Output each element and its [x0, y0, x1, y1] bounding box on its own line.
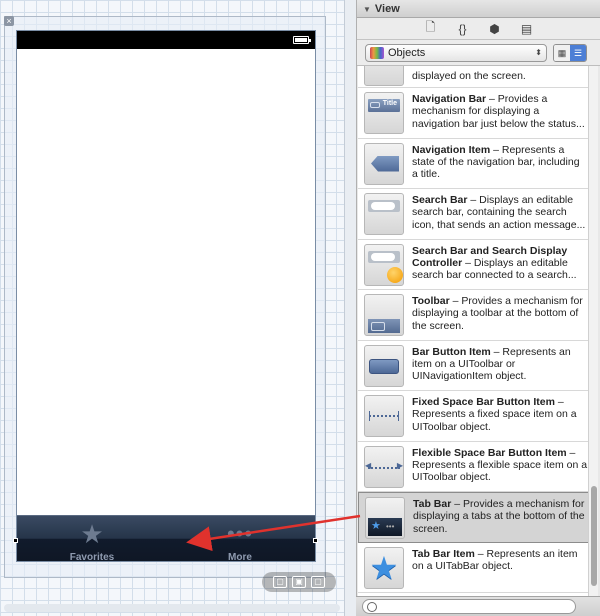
library-popup-value: Objects — [388, 46, 426, 59]
close-scene-icon[interactable]: × — [4, 16, 14, 26]
fixed-space-icon — [369, 411, 399, 421]
scroll-knob[interactable] — [591, 486, 597, 586]
tab-bar-icon: ★ ••• — [368, 518, 402, 536]
item-name: Tab Bar Item — [412, 547, 475, 560]
splitter[interactable] — [344, 0, 356, 616]
toolbar-icon — [368, 319, 400, 333]
list-item[interactable]: Title Navigation Bar – Provides a mechan… — [358, 88, 590, 139]
tab-more[interactable]: ••• More — [185, 520, 295, 563]
navigation-bar-thumbnail: Title — [364, 92, 404, 134]
list-item[interactable]: Bar Button Item – Represents an item on … — [358, 340, 590, 391]
list-item[interactable]: Search Bar – Displays an editable search… — [358, 189, 590, 240]
list-item[interactable]: Flexible Space Bar Button Item – Represe… — [358, 441, 590, 492]
selector-row: Objects ⬍ ▦ ☰ — [357, 40, 600, 66]
item-name: Navigation Item — [412, 143, 491, 156]
file-template-icon[interactable]: 🗋 — [423, 18, 439, 39]
zoom-out-button[interactable]: ▢ — [273, 576, 287, 588]
view-mode-toggle[interactable]: ▦ ☰ — [553, 43, 587, 62]
object-library-list[interactable]: displayed on the screen. Title Navigatio… — [358, 66, 590, 596]
item-name: Toolbar — [412, 295, 450, 307]
star-icon: ★ — [369, 549, 399, 586]
storyboard-canvas[interactable]: × ★ Favorites ••• More ▢ ▣ ▢ — [0, 0, 344, 616]
objects-library-icon — [370, 46, 384, 59]
tab-bar-thumbnail: ★ ••• — [365, 497, 405, 539]
horizontal-scrollbar[interactable] — [4, 604, 340, 612]
search-bar-icon — [368, 200, 400, 212]
panel-title: View — [374, 3, 400, 15]
item-name: Fixed Space Bar Button Item — [412, 396, 555, 408]
object-cube-icon[interactable]: ⬢ — [487, 22, 503, 36]
tab-bar[interactable]: ★ Favorites ••• More — [17, 515, 315, 563]
disclosure-triangle-icon[interactable]: ▼ — [363, 1, 371, 19]
navigation-bar-icon: Title — [368, 99, 400, 112]
fixed-space-thumbnail — [364, 395, 404, 437]
resize-handle[interactable] — [13, 538, 18, 543]
status-bar — [17, 31, 315, 49]
content-view[interactable] — [17, 49, 315, 515]
zoom-in-button[interactable]: ▢ — [311, 576, 325, 588]
list-item[interactable]: ★ Tab Bar Item – Represents an item on a… — [358, 542, 590, 593]
media-icon[interactable]: ▤ — [519, 22, 535, 36]
library-tabs: 🗋 {} ⬢ ▤ — [357, 18, 600, 40]
list-item[interactable]: Toolbar – Provides a mechanism for displ… — [358, 290, 590, 341]
vertical-scrollbar[interactable] — [588, 66, 598, 596]
tab-label: More — [228, 552, 252, 563]
item-description: displayed on the screen. — [412, 70, 526, 82]
search-bar-thumbnail — [364, 193, 404, 235]
flexible-space-thumbnail — [364, 445, 404, 488]
thumb-title-text: Title — [382, 100, 397, 107]
zoom-controls[interactable]: ▢ ▣ ▢ — [262, 572, 336, 592]
view-controller-scene[interactable]: ★ Favorites ••• More — [16, 30, 316, 563]
search-controller-icon — [387, 266, 403, 283]
bar-button-thumbnail — [364, 344, 404, 387]
item-name: Search Bar — [412, 194, 468, 206]
updown-arrows-icon: ⬍ — [535, 48, 542, 57]
flexible-space-icon — [365, 461, 403, 470]
zoom-fit-button[interactable]: ▣ — [292, 576, 306, 588]
item-thumbnail — [364, 66, 404, 86]
back-button-icon — [371, 155, 399, 172]
bar-button-icon — [369, 358, 399, 374]
list-item[interactable]: Navigation Item – Represents a state of … — [358, 138, 590, 189]
item-name: Flexible Space Bar Button Item — [412, 446, 567, 459]
tab-label: Favorites — [69, 552, 115, 563]
more-dots-icon: ••• — [226, 521, 254, 546]
item-name: Bar Button Item — [412, 345, 491, 358]
list-item[interactable]: Fixed Space Bar Button Item – Represents… — [358, 391, 590, 442]
item-name: Navigation Bar — [412, 93, 487, 105]
item-name: Tab Bar — [413, 498, 452, 510]
tab-favorites[interactable]: ★ Favorites — [37, 520, 147, 563]
battery-icon — [293, 36, 311, 44]
navigation-item-thumbnail — [364, 142, 404, 185]
list-view-icon[interactable]: ☰ — [570, 44, 586, 61]
filter-search-field[interactable] — [362, 599, 576, 614]
code-snippet-icon[interactable]: {} — [455, 22, 471, 36]
search-display-thumbnail — [364, 243, 404, 286]
star-icon: ★ — [80, 519, 104, 549]
tab-bar-item-thumbnail: ★ — [364, 546, 404, 589]
list-item-selected[interactable]: ★ ••• Tab Bar – Provides a mechanism for … — [358, 492, 590, 543]
toolbar-thumbnail — [364, 294, 404, 336]
resize-handle[interactable] — [313, 538, 318, 543]
library-popup[interactable]: Objects ⬍ — [365, 43, 547, 62]
filter-bar — [356, 596, 600, 616]
list-item[interactable]: Search Bar and Search Display Controller… — [358, 239, 590, 290]
grid-view-icon[interactable]: ▦ — [554, 44, 570, 61]
search-bar-icon — [368, 250, 400, 263]
panel-header[interactable]: ▼ View — [357, 0, 600, 18]
list-item[interactable]: displayed on the screen. — [358, 66, 590, 88]
